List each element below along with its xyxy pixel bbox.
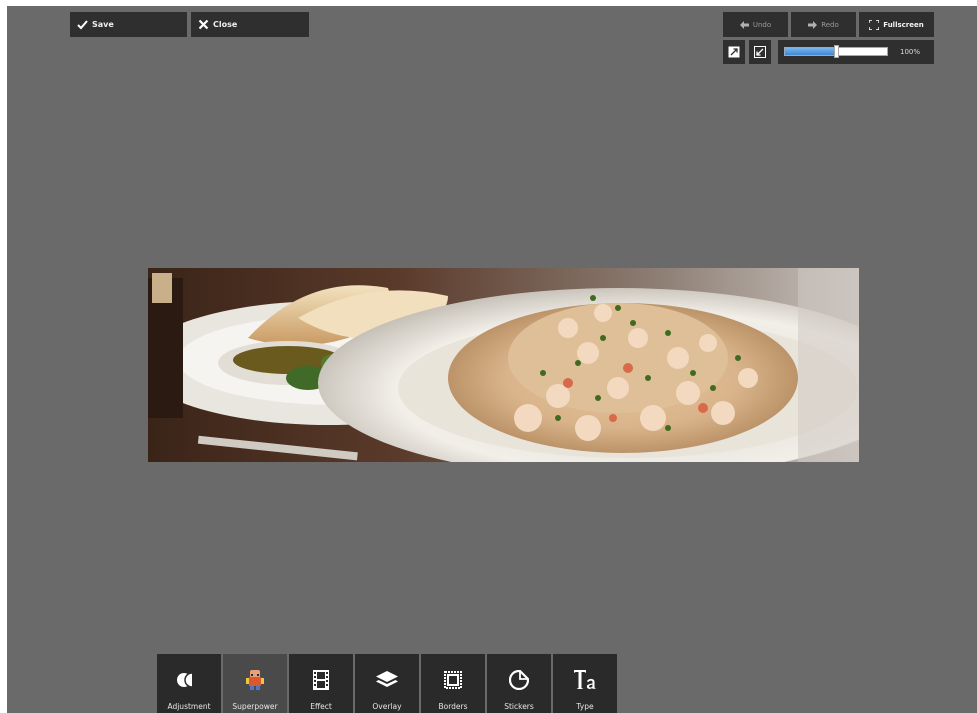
undo-button[interactable]: Undo	[723, 12, 788, 37]
tool-type[interactable]: Type	[553, 654, 617, 713]
tool-superpower[interactable]: Superpower	[223, 654, 287, 713]
tool-label: Effect	[310, 702, 332, 711]
editor-canvas: Save Close Undo Redo Fullscreen 100% Adj…	[7, 6, 977, 713]
stickers-icon	[509, 670, 529, 690]
tool-borders[interactable]: Borders	[421, 654, 485, 713]
tool-adjustment[interactable]: Adjustment	[157, 654, 221, 713]
tool-overlay[interactable]: Overlay	[355, 654, 419, 713]
zoom-value: 100%	[900, 48, 921, 56]
tool-stickers[interactable]: Stickers	[487, 654, 551, 713]
zoom-fit-button[interactable]	[723, 40, 745, 64]
close-button[interactable]: Close	[191, 12, 309, 37]
zoom-slider[interactable]	[784, 45, 888, 58]
check-icon	[76, 19, 88, 31]
fullscreen-icon	[869, 19, 880, 30]
zoom-control: 100%	[778, 40, 934, 64]
zoom-slider-fill	[785, 48, 836, 55]
tool-label: Adjustment	[167, 702, 211, 711]
fullscreen-button[interactable]: Fullscreen	[859, 12, 934, 37]
shrink-icon	[754, 46, 766, 58]
tool-label: Overlay	[372, 702, 402, 711]
zoom-slider-thumb[interactable]	[834, 45, 839, 58]
tool-label: Borders	[438, 702, 468, 711]
edited-photo[interactable]	[148, 268, 859, 462]
save-label: Save	[92, 20, 114, 29]
close-icon	[197, 19, 209, 31]
tool-label: Superpower	[232, 702, 278, 711]
effect-icon	[313, 670, 329, 690]
arrow-right-icon	[808, 20, 818, 29]
tool-label: Stickers	[504, 702, 534, 711]
zoom-actual-button[interactable]	[749, 40, 771, 64]
expand-icon	[728, 46, 740, 58]
type-icon	[574, 670, 596, 690]
fullscreen-label: Fullscreen	[883, 20, 924, 29]
save-button[interactable]: Save	[70, 12, 187, 37]
arrow-left-icon	[739, 20, 749, 29]
borders-icon	[444, 671, 462, 689]
redo-label: Redo	[821, 20, 839, 29]
redo-button[interactable]: Redo	[791, 12, 856, 37]
tool-effect[interactable]: Effect	[289, 654, 353, 713]
tool-label: Type	[576, 702, 594, 711]
superpower-icon	[246, 670, 264, 690]
undo-label: Undo	[752, 20, 772, 29]
tool-toolbar: Adjustment Superpower Effect Overlay Bor…	[157, 654, 619, 713]
adjustment-icon	[177, 672, 200, 688]
overlay-icon	[376, 671, 398, 687]
close-label: Close	[213, 20, 238, 29]
